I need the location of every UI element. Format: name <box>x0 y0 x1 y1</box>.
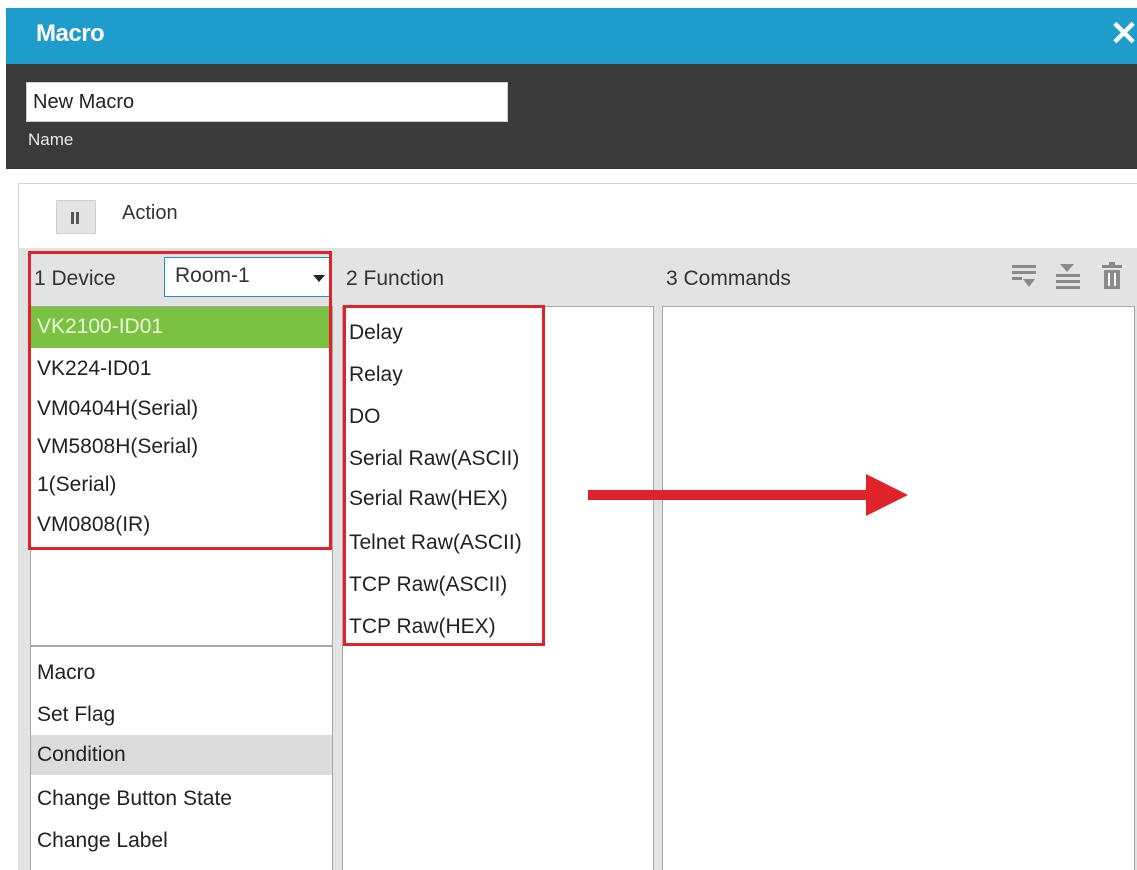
function-item[interactable]: TCP Raw(ASCII) <box>343 565 653 605</box>
pause-icon[interactable] <box>56 200 96 234</box>
action-list: Macro Set Flag Condition Change Button S… <box>30 646 333 870</box>
function-item[interactable]: Relay <box>343 355 653 395</box>
action-row: Action <box>18 184 1137 248</box>
arrow-head-icon <box>866 474 908 516</box>
function-item[interactable]: Delay <box>343 313 653 353</box>
title-bar: Macro ✕ <box>6 8 1137 64</box>
function-item[interactable]: Serial Raw(ASCII) <box>343 439 653 479</box>
function-item[interactable]: TCP Raw(HEX) <box>343 607 653 647</box>
device-item[interactable]: VM0404H(Serial) <box>31 389 332 429</box>
arrow-annotation <box>588 490 870 500</box>
delete-icon[interactable] <box>1098 262 1126 290</box>
commands-column-header: 3 Commands <box>666 267 791 290</box>
action-item[interactable]: Set Flag <box>31 695 332 735</box>
insert-below-icon[interactable] <box>1010 262 1038 290</box>
window-title: Macro <box>36 20 105 47</box>
device-column-header: 1 Device <box>34 267 116 290</box>
commands-list[interactable] <box>662 306 1135 870</box>
action-item[interactable]: Macro <box>31 653 332 693</box>
action-item[interactable]: Change Button State <box>31 779 332 819</box>
macro-name-input[interactable] <box>26 82 508 122</box>
action-item[interactable]: Change Label <box>31 821 332 861</box>
function-column-header: 2 Function <box>346 267 445 290</box>
device-item[interactable]: VK2100-ID01 <box>31 307 332 348</box>
import-icon[interactable] <box>1054 262 1082 290</box>
device-item[interactable]: VM0808(IR) <box>31 505 332 545</box>
device-item[interactable]: VK224-ID01 <box>31 349 332 389</box>
function-item[interactable]: Telnet Raw(ASCII) <box>343 523 653 563</box>
name-label: Name <box>28 130 74 149</box>
room-dropdown[interactable]: Room-1 <box>164 257 330 297</box>
action-label: Action <box>122 202 178 224</box>
action-item[interactable]: Condition <box>31 735 332 775</box>
name-bar: Name <box>6 64 1137 169</box>
chevron-down-icon <box>313 275 325 282</box>
function-list: Delay Relay DO Serial Raw(ASCII) Serial … <box>342 306 654 870</box>
function-item[interactable]: DO <box>343 397 653 437</box>
device-item[interactable]: 1(Serial) <box>31 465 332 505</box>
room-dropdown-value: Room-1 <box>175 264 250 287</box>
device-item[interactable]: VM5808H(Serial) <box>31 427 332 467</box>
close-icon[interactable]: ✕ <box>1109 14 1137 54</box>
device-list: VK2100-ID01 VK224-ID01 VM0404H(Serial) V… <box>30 306 333 646</box>
